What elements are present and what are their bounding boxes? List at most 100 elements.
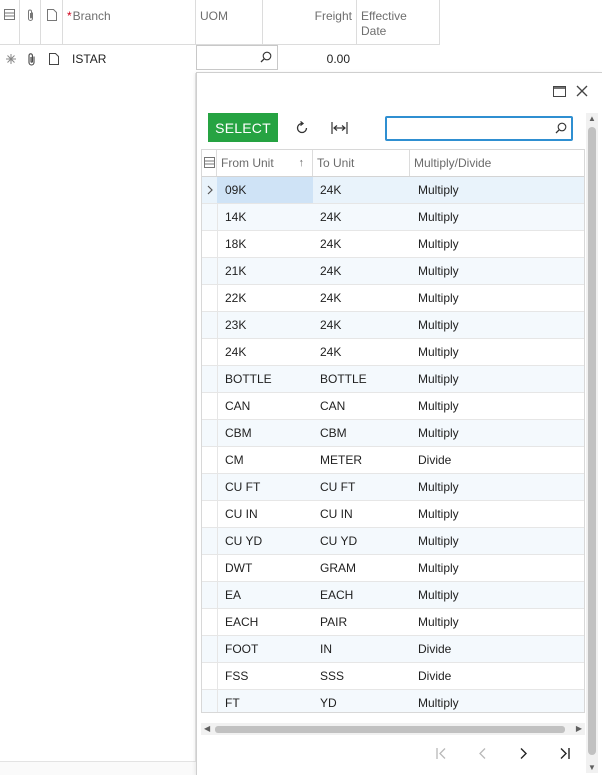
to-unit-cell[interactable]: METER [313,447,410,473]
multiply-divide-cell[interactable]: Multiply [410,582,584,608]
search-input[interactable] [387,118,547,139]
from-unit-cell[interactable]: 22K [217,285,313,311]
multiply-divide-cell[interactable]: Multiply [410,258,584,284]
row-selector[interactable] [202,555,217,581]
from-unit-cell[interactable]: FOOT [217,636,313,662]
to-unit-cell[interactable]: 24K [313,312,410,338]
table-row[interactable]: FSS SSS Divide [202,663,584,690]
row-selector[interactable] [202,393,217,419]
from-unit-cell[interactable]: 24K [217,339,313,365]
column-header-to-unit[interactable]: To Unit [313,150,410,176]
to-unit-cell[interactable]: CBM [313,420,410,446]
table-row[interactable]: CU IN CU IN Multiply [202,501,584,528]
multiply-divide-cell[interactable]: Divide [410,447,584,473]
multiply-divide-cell[interactable]: Multiply [410,555,584,581]
multiply-divide-cell[interactable]: Multiply [410,528,584,554]
multiply-divide-cell[interactable]: Divide [410,636,584,662]
magnifier-icon[interactable] [260,51,272,63]
table-row[interactable]: DWT GRAM Multiply [202,555,584,582]
scroll-left-icon[interactable]: ◀ [204,724,210,733]
table-row[interactable]: 21K 24K Multiply [202,258,584,285]
last-page-icon[interactable] [554,743,574,763]
to-unit-cell[interactable]: YD [313,690,410,712]
vertical-scroll-thumb[interactable] [588,127,596,755]
to-unit-cell[interactable]: 24K [313,177,410,203]
table-row[interactable]: 18K 24K Multiply [202,231,584,258]
to-unit-cell[interactable]: 24K [313,258,410,284]
refresh-icon[interactable] [292,119,312,137]
column-header-uom[interactable]: UOM [196,0,263,45]
table-row[interactable]: EA EACH Multiply [202,582,584,609]
horizontal-scroll-thumb[interactable] [215,726,565,733]
row-selector[interactable] [202,636,217,662]
to-unit-cell[interactable]: EACH [313,582,410,608]
row-selector[interactable] [202,339,217,365]
from-unit-cell[interactable]: DWT [217,555,313,581]
row-selector[interactable] [202,663,217,689]
multiply-divide-cell[interactable]: Multiply [410,420,584,446]
row-selector[interactable] [202,204,217,230]
row-selector[interactable] [202,231,217,257]
multiply-divide-cell[interactable]: Multiply [410,339,584,365]
multiply-divide-cell[interactable]: Multiply [410,393,584,419]
column-header-freight[interactable]: Freight [263,0,357,45]
from-unit-cell[interactable]: CU FT [217,474,313,500]
to-unit-cell[interactable]: 24K [313,204,410,230]
table-row[interactable]: FOOT IN Divide [202,636,584,663]
multiply-divide-cell[interactable]: Multiply [410,204,584,230]
row-selector[interactable] [202,609,217,635]
column-header-from-unit[interactable]: From Unit ↑ [217,150,313,176]
previous-page-icon[interactable] [472,743,492,763]
from-unit-cell[interactable]: EA [217,582,313,608]
grid-horizontal-scrollbar[interactable] [0,761,196,775]
from-unit-cell[interactable]: BOTTLE [217,366,313,392]
row-selector[interactable] [202,447,217,473]
from-unit-cell[interactable]: CBM [217,420,313,446]
row-selector[interactable] [202,258,217,284]
unit-grid-horizontal-scrollbar[interactable]: ◀ ▶ [201,723,585,735]
table-row[interactable]: CU FT CU FT Multiply [202,474,584,501]
to-unit-cell[interactable]: IN [313,636,410,662]
multiply-divide-cell[interactable]: Multiply [410,285,584,311]
row-selector[interactable] [202,285,217,311]
scroll-down-icon[interactable]: ▼ [588,763,596,772]
document-icon[interactable] [47,45,61,73]
paperclip-icon[interactable] [25,45,39,73]
from-unit-cell[interactable]: 09K [217,177,313,203]
from-unit-cell[interactable]: 23K [217,312,313,338]
scroll-up-icon[interactable]: ▲ [588,114,596,123]
fit-columns-icon[interactable] [329,119,349,137]
table-row[interactable]: CAN CAN Multiply [202,393,584,420]
to-unit-cell[interactable]: 24K [313,231,410,257]
row-selector[interactable] [202,474,217,500]
from-unit-cell[interactable]: 14K [217,204,313,230]
to-unit-cell[interactable]: CAN [313,393,410,419]
current-row-indicator-icon[interactable] [202,177,217,203]
multiply-divide-cell[interactable]: Divide [410,663,584,689]
from-unit-cell[interactable]: FT [217,690,313,712]
next-page-icon[interactable] [513,743,533,763]
table-row[interactable]: FT YD Multiply [202,690,584,712]
from-unit-cell[interactable]: 21K [217,258,313,284]
maximize-icon[interactable] [549,81,569,101]
to-unit-cell[interactable]: SSS [313,663,410,689]
row-selector[interactable] [202,420,217,446]
table-row[interactable]: 22K 24K Multiply [202,285,584,312]
multiply-divide-cell[interactable]: Multiply [410,609,584,635]
multiply-divide-cell[interactable]: Multiply [410,501,584,527]
first-page-icon[interactable] [431,743,451,763]
row-selector[interactable] [202,501,217,527]
multiply-divide-cell[interactable]: Multiply [410,690,584,712]
from-unit-cell[interactable]: CAN [217,393,313,419]
to-unit-cell[interactable]: 24K [313,339,410,365]
table-row[interactable]: CBM CBM Multiply [202,420,584,447]
row-selector[interactable] [202,690,217,712]
table-row[interactable]: 24K 24K Multiply [202,339,584,366]
scroll-right-icon[interactable]: ▶ [576,724,582,733]
multiply-divide-cell[interactable]: Multiply [410,231,584,257]
column-header-branch[interactable]: *Branch [63,0,196,45]
from-unit-cell[interactable]: CM [217,447,313,473]
branch-cell[interactable]: ISTAR [72,45,192,73]
from-unit-cell[interactable]: 18K [217,231,313,257]
table-row[interactable]: CM METER Divide [202,447,584,474]
